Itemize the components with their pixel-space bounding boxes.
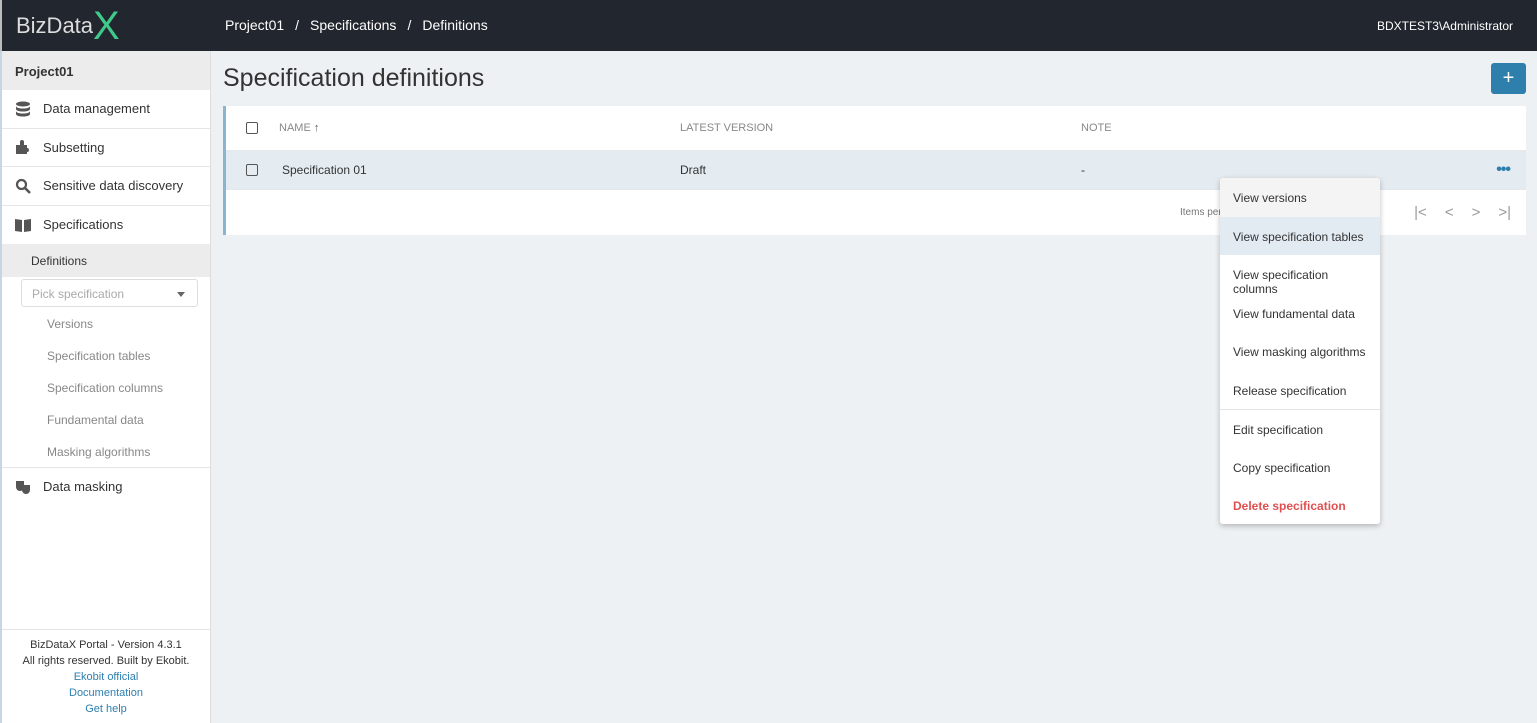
- menu-view-masking-algorithms[interactable]: View masking algorithms: [1220, 332, 1380, 371]
- sidebar-item-label: Specifications: [43, 217, 124, 233]
- select-all-checkbox[interactable]: [246, 122, 258, 134]
- pick-specification-select[interactable]: Pick specification: [21, 279, 198, 307]
- menu-copy-specification[interactable]: Copy specification: [1220, 448, 1380, 487]
- column-label: NAME: [279, 122, 311, 134]
- sidebar-item-specification-tables[interactable]: Specification tables: [2, 339, 210, 371]
- row-context-menu: View versions View specification tables …: [1220, 178, 1380, 524]
- version-text: BizDataX Portal - Version 4.3.1: [30, 639, 182, 651]
- menu-release-specification[interactable]: Release specification: [1220, 371, 1380, 410]
- book-icon: [15, 218, 31, 232]
- documentation-link[interactable]: Documentation: [2, 685, 210, 701]
- more-actions-icon[interactable]: •••: [1496, 161, 1511, 179]
- menu-view-specification-columns[interactable]: View specification columns: [1220, 255, 1380, 296]
- logo[interactable]: BizData X: [16, 6, 120, 46]
- sort-arrow-icon: ↑: [313, 122, 320, 134]
- pagination: |< < > >|: [1414, 204, 1511, 221]
- sidebar-item-subsetting[interactable]: Subsetting: [2, 129, 210, 167]
- separator: /: [295, 17, 300, 33]
- database-icon: [16, 101, 30, 117]
- sidebar-item-data-management[interactable]: Data management: [2, 90, 210, 129]
- logo-text: BizData: [16, 13, 94, 38]
- sidebar-footer: BizDataX Portal - Version 4.3.1 All righ…: [2, 629, 210, 723]
- cell-version: Draft: [680, 163, 707, 177]
- sidebar-item-definitions[interactable]: Definitions: [2, 244, 210, 277]
- sidebar-item-specifications[interactable]: Specifications: [2, 206, 210, 245]
- prev-page-button[interactable]: <: [1445, 204, 1454, 221]
- search-icon: [15, 178, 31, 194]
- logo-x: X: [93, 4, 120, 48]
- table-header: NAME ↑ LATEST VERSION NOTE: [226, 106, 1526, 151]
- menu-edit-specification[interactable]: Edit specification: [1220, 409, 1380, 448]
- breadcrumb-definitions: Definitions: [422, 17, 488, 33]
- sidebar: Project01 Data management Subsetting Sen…: [0, 51, 211, 723]
- separator: /: [407, 17, 412, 33]
- breadcrumb-specifications[interactable]: Specifications: [310, 17, 396, 33]
- get-help-link[interactable]: Get help: [2, 701, 210, 717]
- cell-name: Specification 01: [282, 163, 367, 177]
- sidebar-item-masking-algorithms[interactable]: Masking algorithms: [2, 435, 210, 467]
- sidebar-item-specification-columns[interactable]: Specification columns: [2, 371, 210, 403]
- puzzle-icon: [16, 140, 29, 155]
- items-per-page-label: Items per: [1180, 207, 1222, 218]
- sidebar-item-label: Sensitive data discovery: [43, 178, 184, 194]
- top-bar: BizData X Project01 / Specifications / Defi…: [0, 0, 1537, 51]
- sidebar-item-fundamental-data[interactable]: Fundamental data: [2, 403, 210, 435]
- page-title: Specification definitions: [223, 64, 485, 92]
- sidebar-item-sensitive-data-discovery[interactable]: Sensitive data discovery: [2, 167, 210, 206]
- menu-view-fundamental-data[interactable]: View fundamental data: [1220, 294, 1380, 333]
- sidebar-item-label: Data masking: [43, 479, 123, 495]
- rights-text: All rights reserved. Built by Ekobit.: [22, 655, 190, 667]
- last-page-button[interactable]: >|: [1498, 204, 1511, 221]
- breadcrumb: Project01 / Specifications / Definitions: [225, 17, 488, 33]
- masks-icon: [16, 480, 30, 494]
- menu-delete-specification[interactable]: Delete specification: [1220, 486, 1380, 524]
- column-note[interactable]: NOTE: [1081, 122, 1526, 134]
- sidebar-item-label: Subsetting: [43, 139, 105, 155]
- sidebar-item-versions[interactable]: Versions: [2, 307, 210, 339]
- menu-view-specification-tables[interactable]: View specification tables: [1220, 216, 1380, 255]
- column-name[interactable]: NAME ↑: [279, 122, 680, 134]
- cell-note: -: [1081, 163, 1085, 177]
- menu-view-versions[interactable]: View versions: [1220, 178, 1380, 217]
- project-name[interactable]: Project01: [2, 51, 210, 90]
- next-page-button[interactable]: >: [1472, 204, 1481, 221]
- sidebar-item-label: Data management: [43, 101, 150, 117]
- breadcrumb-project[interactable]: Project01: [225, 17, 284, 33]
- row-checkbox[interactable]: [246, 164, 258, 176]
- column-latest-version[interactable]: LATEST VERSION: [680, 122, 1081, 134]
- add-specification-button[interactable]: +: [1491, 63, 1526, 94]
- user-name[interactable]: BDXTEST3\Administrator: [1377, 19, 1513, 33]
- first-page-button[interactable]: |<: [1414, 204, 1427, 221]
- sidebar-item-data-masking[interactable]: Data masking: [2, 467, 210, 506]
- ekobit-official-link[interactable]: Ekobit official: [2, 669, 210, 685]
